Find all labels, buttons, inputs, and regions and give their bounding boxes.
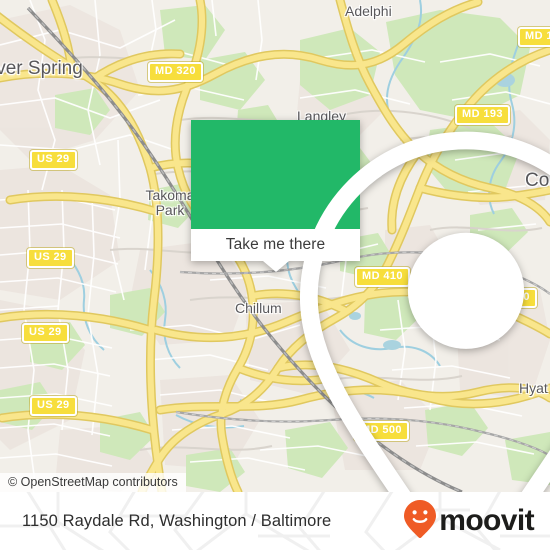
shield-us-29-north[interactable]: US 29 — [30, 150, 77, 170]
location-callout-card[interactable]: Take me there — [191, 120, 550, 492]
shield-us-29-south[interactable]: US 29 — [22, 323, 69, 343]
shield-md-1[interactable]: MD 1 — [518, 27, 550, 47]
take-me-there-label: Take me there — [225, 236, 326, 253]
map-canvas[interactable]: lver Spring Adelphi Langley Takoma Park … — [0, 0, 550, 492]
moovit-brand[interactable]: moovit — [403, 499, 535, 544]
moovit-wordmark: moovit — [439, 504, 534, 537]
location-address-text: 1150 Raydale Rd, Washington / Baltimore — [22, 511, 332, 530]
shield-us-29-bottom[interactable]: US 29 — [30, 396, 77, 416]
moovit-map-screenshot: lver Spring Adelphi Langley Takoma Park … — [0, 0, 550, 550]
callout-pin-panel — [191, 120, 550, 492]
bottom-info-bar: 1150 Raydale Rd, Washington / Baltimore … — [0, 492, 550, 550]
bar-content-row: 1150 Raydale Rd, Washington / Baltimore … — [0, 492, 550, 550]
shield-us-29-mid[interactable]: US 29 — [27, 248, 74, 268]
osm-attribution[interactable]: © OpenStreetMap contributors — [0, 473, 186, 492]
callout-tail-arrow — [262, 261, 289, 272]
callout-action-panel[interactable]: Take me there — [191, 229, 360, 272]
moovit-smiley-pin-logo-icon — [403, 499, 437, 544]
shield-md-320[interactable]: MD 320 — [148, 62, 203, 82]
